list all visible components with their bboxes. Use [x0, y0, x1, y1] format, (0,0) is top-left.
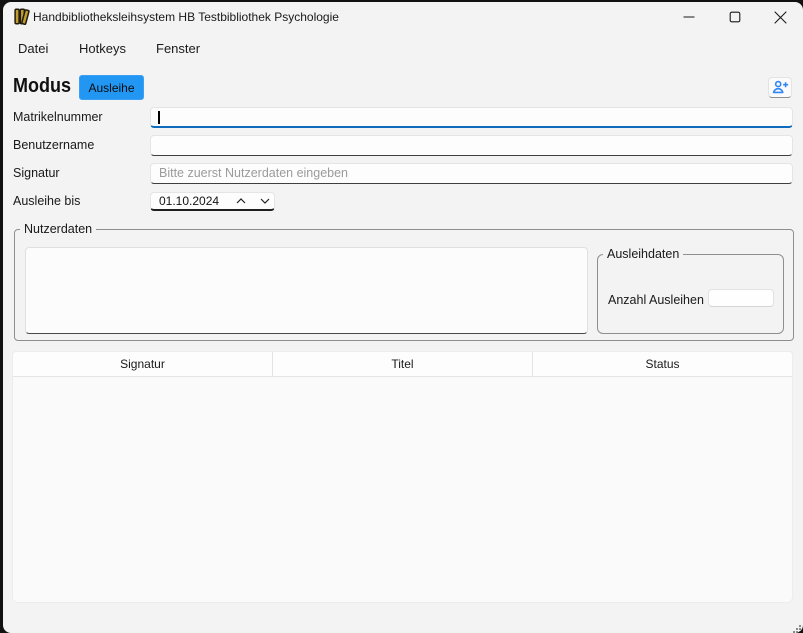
- mode-ausleihe-button[interactable]: Ausleihe: [79, 75, 144, 100]
- menu-fenster[interactable]: Fenster: [156, 34, 200, 64]
- app-icon: [14, 8, 31, 25]
- date-increment-button[interactable]: [231, 193, 251, 209]
- results-table: Signatur Titel Status: [12, 351, 793, 603]
- matrikelnummer-input[interactable]: [150, 107, 793, 128]
- close-icon: [774, 11, 787, 24]
- ausleihdaten-groupbox: Ausleihdaten Anzahl Ausleihen: [597, 254, 784, 334]
- date-value: 01.10.2024: [159, 193, 219, 209]
- date-decrement-button[interactable]: [255, 193, 275, 209]
- nutzerdaten-legend: Nutzerdaten: [20, 222, 96, 237]
- anzahl-ausleihen-input[interactable]: [708, 289, 774, 307]
- maximize-icon: [729, 11, 741, 23]
- titlebar: Handbibliotheksleihsystem HB Testbibliot…: [3, 2, 803, 32]
- benutzername-label: Benutzername: [13, 138, 94, 152]
- column-header-titel[interactable]: Titel: [273, 352, 533, 376]
- column-header-signatur[interactable]: Signatur: [13, 352, 273, 376]
- add-user-icon: [772, 80, 789, 95]
- close-button[interactable]: [757, 2, 803, 32]
- chevron-down-icon: [260, 198, 270, 204]
- menu-hotkeys[interactable]: Hotkeys: [79, 34, 126, 64]
- signatur-label: Signatur: [13, 166, 60, 180]
- table-header: Signatur Titel Status: [13, 352, 792, 377]
- app-window: Handbibliotheksleihsystem HB Testbibliot…: [3, 2, 803, 633]
- menubar: Datei Hotkeys Fenster: [3, 34, 803, 64]
- ausleihe-bis-label: Ausleihe bis: [13, 194, 80, 208]
- chevron-up-icon: [236, 198, 246, 204]
- maximize-button[interactable]: [712, 2, 758, 32]
- signatur-input[interactable]: Bitte zuerst Nutzerdaten eingeben: [150, 163, 793, 184]
- matrikelnummer-label: Matrikelnummer: [13, 110, 103, 124]
- ausleihdaten-legend: Ausleihdaten: [603, 247, 683, 262]
- mode-label: Modus: [13, 75, 71, 98]
- add-user-button[interactable]: [768, 77, 792, 98]
- text-caret: [158, 111, 160, 124]
- column-header-status[interactable]: Status: [533, 352, 792, 376]
- nutzerdaten-textarea[interactable]: [25, 247, 588, 334]
- ausleihe-bis-datepicker[interactable]: 01.10.2024: [150, 192, 275, 211]
- anzahl-ausleihen-label: Anzahl Ausleihen: [608, 293, 704, 307]
- menu-datei[interactable]: Datei: [18, 34, 48, 64]
- table-body: [13, 377, 792, 602]
- resize-grip-icon[interactable]: [793, 625, 801, 633]
- minimize-icon: [683, 11, 695, 23]
- benutzername-input[interactable]: [150, 135, 793, 156]
- minimize-button[interactable]: [666, 2, 712, 32]
- window-title: Handbibliotheksleihsystem HB Testbibliot…: [33, 2, 339, 32]
- nutzerdaten-groupbox: Nutzerdaten Ausleihdaten Anzahl Ausleihe…: [14, 229, 794, 341]
